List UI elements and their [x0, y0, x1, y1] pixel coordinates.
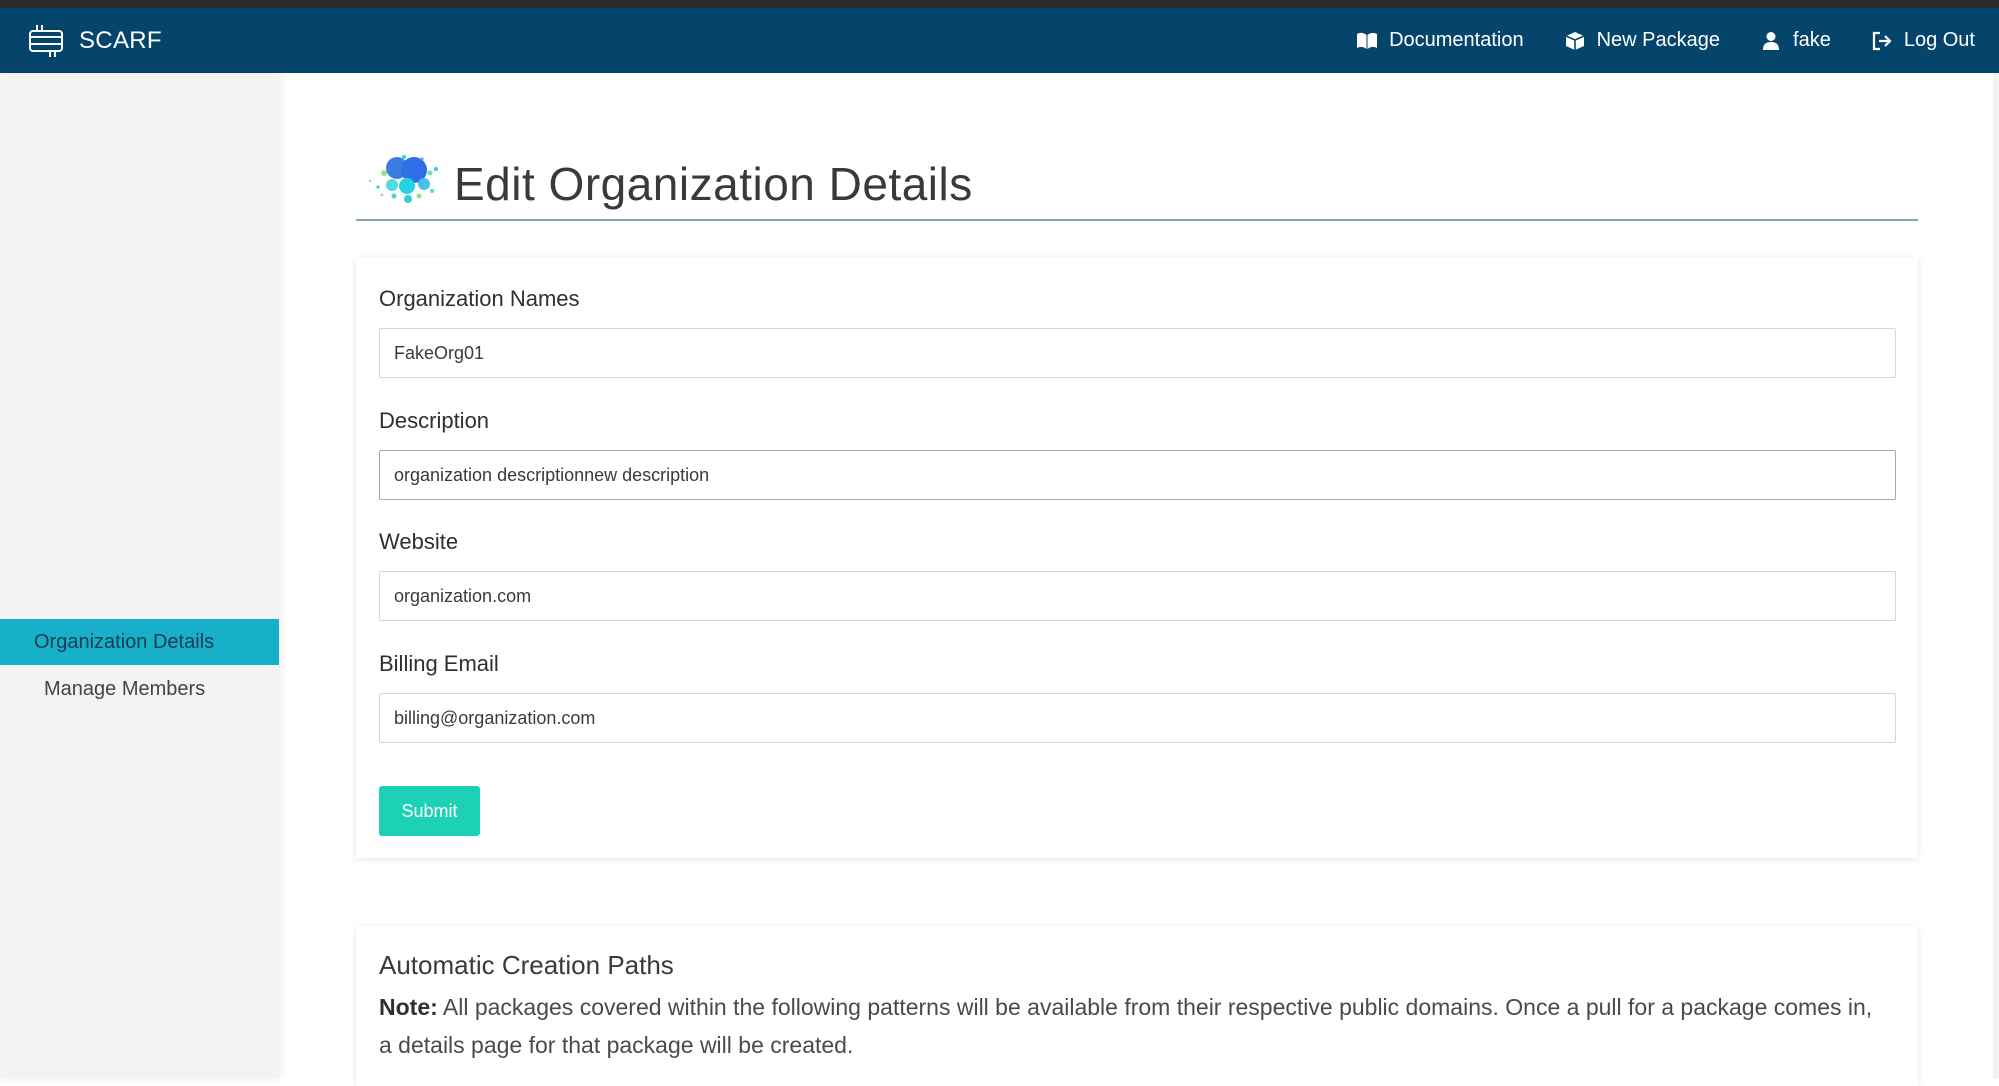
window-top-strip	[0, 0, 1999, 8]
description-input[interactable]	[379, 450, 1896, 500]
submit-button[interactable]: Submit	[379, 786, 480, 836]
page-title: Edit Organization Details	[454, 158, 973, 210]
sidebar-item-label: Manage Members	[44, 677, 206, 700]
organization-form-card: Organization Names Description Website B…	[356, 258, 1918, 858]
nav-user-label: fake	[1793, 29, 1831, 51]
billing-email-label: Billing Email	[379, 651, 499, 676]
paths-title: Automatic Creation Paths	[379, 950, 674, 980]
website-label: Website	[379, 529, 459, 554]
logout-icon	[1872, 31, 1892, 50]
paths-note-label: Note:	[379, 994, 438, 1020]
description-label: Description	[379, 408, 490, 433]
organization-names-label: Organization Names	[379, 286, 580, 311]
sidebar: Organization Details Manage Members	[0, 73, 279, 1078]
nav-documentation[interactable]: Documentation	[1356, 29, 1524, 52]
book-icon	[1357, 32, 1378, 49]
nav-new-package-label: New Package	[1596, 29, 1721, 51]
scarf-logo-icon	[29, 24, 63, 57]
website-input[interactable]	[379, 571, 1896, 621]
sidebar-item-organization-details[interactable]: Organization Details	[0, 619, 279, 665]
top-navbar: SCARF Documentation New Package fake Log…	[0, 8, 1999, 73]
nav-logout-label: Log Out	[1903, 29, 1975, 51]
user-icon	[1763, 31, 1780, 50]
paths-note-text: All packages covered within the followin…	[379, 994, 1873, 1058]
package-icon	[1565, 31, 1584, 50]
page-scrollbar[interactable]	[1993, 73, 1999, 1078]
sidebar-item-manage-members[interactable]: Manage Members	[0, 666, 279, 712]
organization-names-input[interactable]	[379, 328, 1896, 378]
billing-email-input[interactable]	[379, 693, 1896, 743]
nav-new-package[interactable]: New Package	[1564, 29, 1720, 52]
nav-links: Documentation New Package fake Log Out	[1316, 29, 1975, 52]
bubbles-logo-icon	[368, 155, 438, 203]
brand-name: SCARF	[79, 26, 162, 54]
nav-user[interactable]: fake	[1760, 29, 1831, 52]
brand[interactable]: SCARF	[26, 22, 162, 60]
paths-note: Note: All packages covered within the fo…	[379, 988, 1879, 1064]
nav-documentation-label: Documentation	[1389, 29, 1524, 51]
sidebar-item-label: Organization Details	[34, 630, 215, 653]
automatic-creation-paths-card: Automatic Creation Paths Note: All packa…	[356, 926, 1918, 1086]
nav-logout[interactable]: Log Out	[1871, 29, 1975, 52]
page-header: Edit Organization Details	[356, 145, 1918, 221]
